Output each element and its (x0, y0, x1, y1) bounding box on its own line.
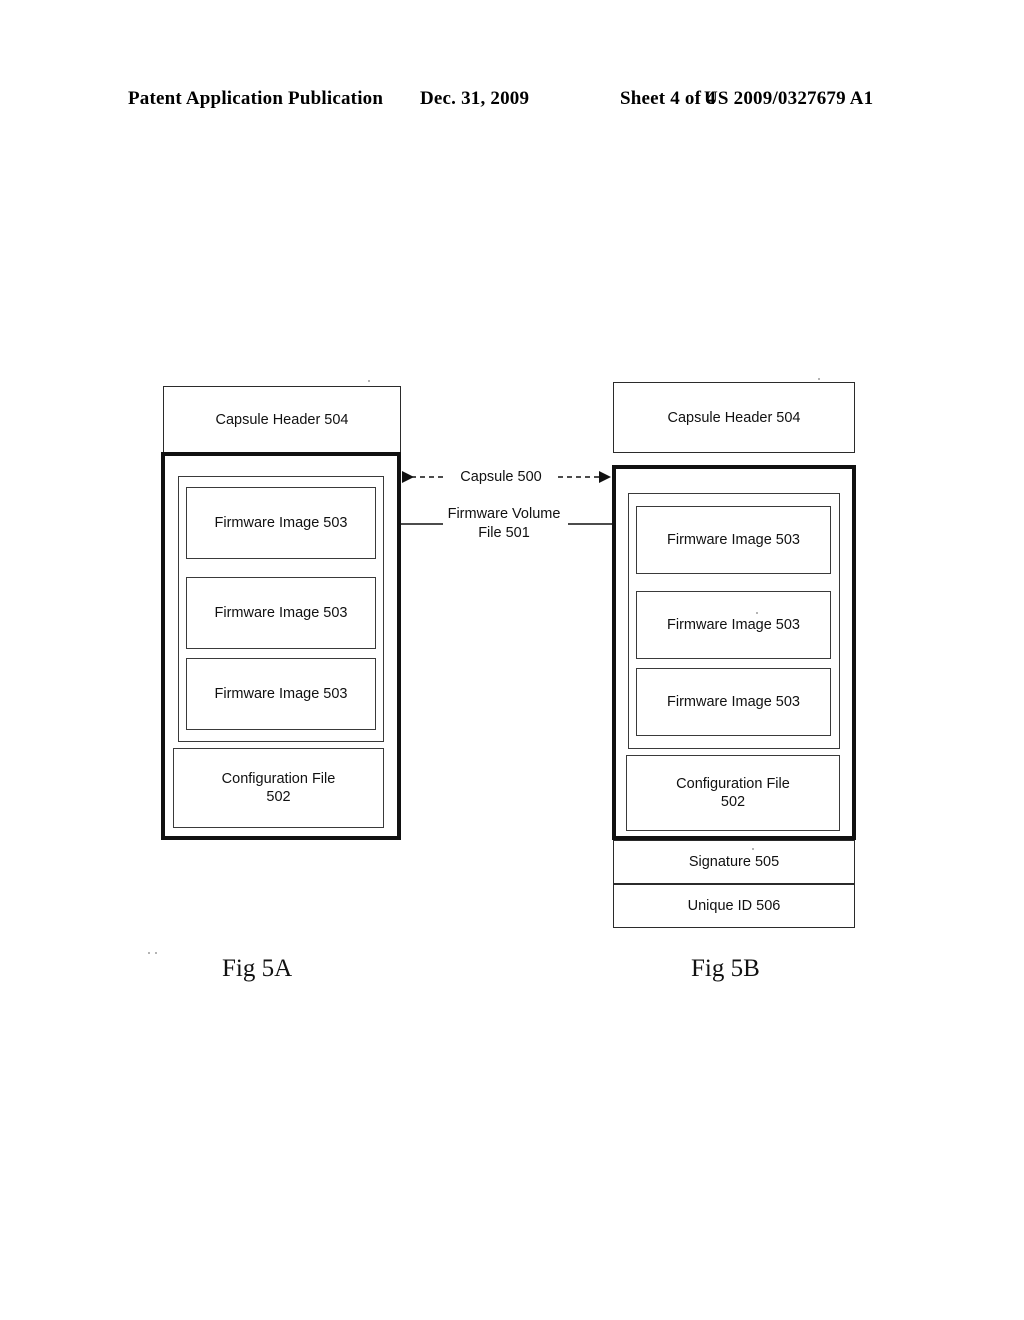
fig5b-signature-label: Signature 505 (688, 854, 780, 870)
fig5a-capsule-header-label: Capsule Header 504 (215, 412, 349, 428)
publication-type-label: Patent Application Publication (128, 88, 384, 109)
scan-speck (752, 848, 754, 850)
fig5a-firmware-image-label-1: Firmware Image 503 (214, 515, 348, 531)
fig5b-firmware-image-label-3: Firmware Image 503 (667, 694, 800, 710)
fig5a-configuration-file-label: Configuration File 502 (221, 771, 336, 805)
annotation-connectors (385, 471, 629, 530)
fig5b-firmware-image-box-3: Firmware Image 503 (636, 668, 831, 736)
fig5a-capsule-header-box: Capsule Header 504 (163, 386, 401, 454)
sheet-number-label: Sheet 4 of 4 (620, 88, 716, 109)
fig5a-firmware-image-label-2: Firmware Image 503 (214, 605, 348, 621)
scan-speck (155, 952, 157, 954)
patent-page-header: Patent Application Publication Dec. 31, … (0, 88, 1024, 116)
fig5b-firmware-image-box-1: Firmware Image 503 (636, 506, 831, 574)
fig5b-firmware-image-label-1: Firmware Image 503 (667, 532, 800, 548)
fig5b-configuration-file-label: Configuration File 502 (676, 776, 790, 810)
fig5b-firmware-image-box-2: Firmware Image 503 (636, 591, 831, 659)
fig5b-caption: Fig 5B (691, 955, 760, 982)
fig5a-firmware-image-label-3: Firmware Image 503 (214, 686, 348, 702)
fig5b-firmware-image-label-2: Firmware Image 503 (667, 617, 800, 633)
publication-date-label: Dec. 31, 2009 (420, 88, 530, 109)
firmware-volume-file-annotation-label: Firmware Volume File 501 (447, 506, 561, 541)
fig5b-signature-row: Signature 505 (613, 840, 855, 884)
scan-speck (756, 612, 758, 614)
capsule-annotation-label: Capsule 500 (460, 469, 542, 485)
fig5a-configuration-file-box: Configuration File 502 (173, 748, 384, 828)
scan-speck (368, 380, 370, 382)
fig5a-firmware-image-box-2: Firmware Image 503 (186, 577, 376, 649)
fig5b-configuration-file-box: Configuration File 502 (626, 755, 840, 831)
scan-speck (818, 378, 820, 380)
fig5b-unique-id-row: Unique ID 506 (613, 884, 855, 928)
fig5b-capsule-header-label: Capsule Header 504 (667, 409, 801, 426)
fig5a-firmware-image-box-1: Firmware Image 503 (186, 487, 376, 559)
fig5b-capsule-header-box: Capsule Header 504 (613, 382, 855, 453)
fig5a-caption: Fig 5A (222, 955, 293, 982)
fig5a-firmware-image-box-3: Firmware Image 503 (186, 658, 376, 730)
scan-speck (148, 952, 150, 954)
fig5b-unique-id-label: Unique ID 506 (687, 898, 781, 914)
publication-number-label: US 2009/0327679 A1 (704, 88, 874, 109)
